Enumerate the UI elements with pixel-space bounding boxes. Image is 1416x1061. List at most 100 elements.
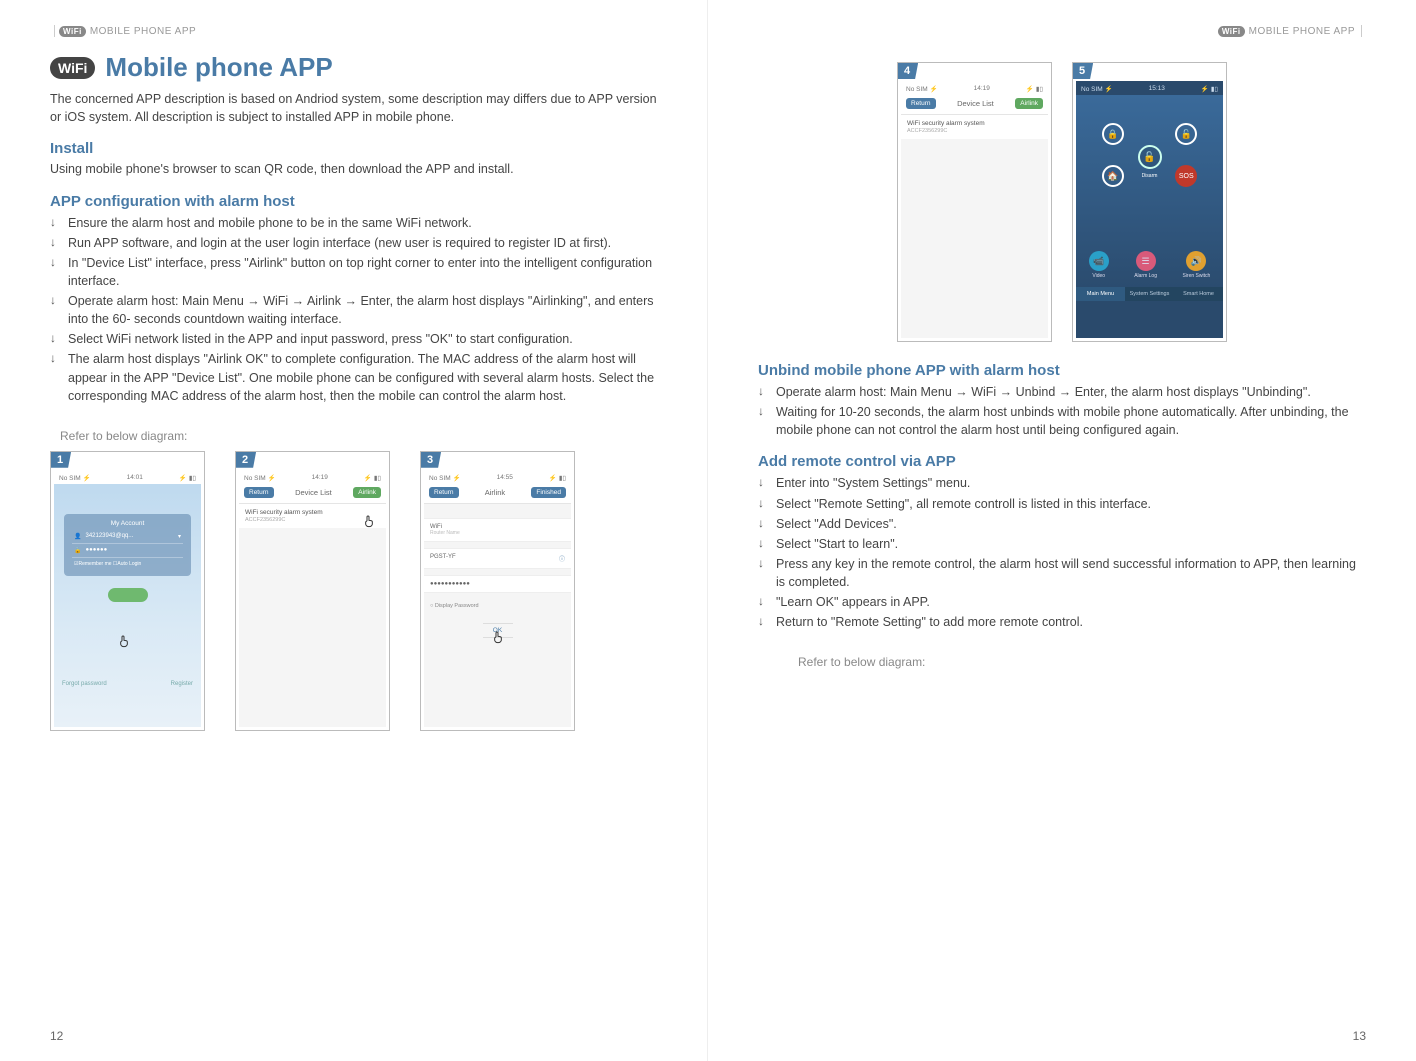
status-carrier: No SIM ⚡ [59, 474, 91, 482]
config-list: Ensure the alarm host and mobile phone t… [50, 214, 657, 407]
install-heading: Install [50, 140, 657, 157]
unbind-item: Waiting for 10-20 seconds, the alarm hos… [758, 403, 1366, 439]
addremote-heading: Add remote control via APP [758, 453, 1366, 470]
config-item: The alarm host displays "Airlink OK" to … [50, 350, 657, 404]
refer-text: Refer to below diagram: [60, 429, 657, 443]
addremote-item: Enter into "System Settings" menu. [758, 474, 1366, 492]
disarm-indicator: 🔓Disarm [1138, 145, 1162, 169]
device-list-item[interactable]: WiFi security alarm system ACCF2356299C [901, 115, 1048, 139]
addremote-item: Select "Add Devices". [758, 515, 1366, 533]
addremote-list: Enter into "System Settings" menu. Selec… [758, 474, 1366, 633]
screenshot-4: 4 No SIM ⚡ 14:19 ⚡ ▮▯ Return Device List… [897, 62, 1052, 342]
list-icon: ☰ [1136, 251, 1156, 271]
lock-icon: 🔒 [74, 547, 81, 554]
battery-icon: ⚡ ▮▯ [1026, 85, 1043, 93]
status-carrier: No SIM ⚡ [244, 474, 276, 482]
return-button[interactable]: Return [906, 98, 936, 109]
tab-smart[interactable]: Smart Home [1174, 287, 1223, 301]
right-page: WiFi MOBILE PHONE APP 4 No SIM ⚡ 14:19 ⚡… [708, 0, 1416, 1061]
tab-main[interactable]: Main Menu [1076, 287, 1125, 301]
lock-closed-icon: 🔒 [1102, 123, 1124, 145]
lock-open-icon: 🔓 [1175, 123, 1197, 145]
addremote-item: Return to "Remote Setting" to add more r… [758, 613, 1366, 631]
addremote-item: Select "Start to learn". [758, 535, 1366, 553]
status-time: 14:55 [497, 474, 513, 482]
cursor-hand-icon [490, 628, 506, 646]
login-user: 342123943@qq... [85, 533, 133, 539]
sos-button[interactable]: SOS [1175, 165, 1197, 187]
header-right: WiFi MOBILE PHONE APP [758, 25, 1366, 37]
siren-button[interactable]: 🔊Siren Switch [1182, 251, 1210, 279]
refer-text: Refer to below diagram: [798, 655, 1366, 669]
forgot-link[interactable]: Forgot password [62, 681, 107, 687]
page-number: 13 [1353, 1029, 1366, 1043]
airlink-button[interactable]: Airlink [353, 487, 381, 498]
page-number: 12 [50, 1029, 63, 1043]
login-pass: ●●●●●● [85, 547, 107, 553]
screenshot-2: 2 No SIM ⚡ 14:19 ⚡ ▮▯ Return Device List… [235, 451, 390, 731]
home-button[interactable]: 🏠 [1102, 165, 1124, 187]
wifi-icon: WiFi [59, 26, 86, 37]
video-icon: 📹 [1089, 251, 1109, 271]
return-button[interactable]: Return [429, 487, 459, 498]
register-link[interactable]: Register [171, 681, 193, 687]
battery-icon: ⚡ ▮▯ [549, 474, 566, 482]
screen-title: Device List [957, 99, 994, 108]
status-time: 14:19 [974, 85, 990, 93]
config-heading: APP configuration with alarm host [50, 193, 657, 210]
password-field[interactable]: ●●●●●●●●●●● [424, 575, 571, 593]
cursor-hand-icon [361, 512, 377, 530]
wifi-icon: WiFi [1218, 26, 1245, 37]
screenshot-5: 5 No SIM ⚡ 15:13 ⚡ ▮▯ 🔒 🔓 🏠 SOS 🔓Disarm [1072, 62, 1227, 342]
install-text: Using mobile phone's browser to scan QR … [50, 161, 657, 179]
cursor-hand-icon [116, 632, 132, 650]
tab-system[interactable]: System Settings [1125, 287, 1174, 301]
intro-text: The concerned APP description is based o… [50, 91, 657, 126]
login-title: My Account [72, 520, 183, 530]
person-icon: 👤 [74, 533, 81, 540]
addremote-item: Select "Remote Setting", all remote cont… [758, 495, 1366, 513]
config-item: Operate alarm host: Main Menu → WiFi → A… [50, 292, 657, 328]
status-carrier: No SIM ⚡ [429, 474, 461, 482]
status-carrier: No SIM ⚡ [1081, 85, 1113, 93]
screenshots-row-left: 1 No SIM ⚡ 14:01 ⚡ ▮▯ My Account 👤342123… [50, 451, 657, 731]
screenshot-1: 1 No SIM ⚡ 14:01 ⚡ ▮▯ My Account 👤342123… [50, 451, 205, 731]
battery-icon: ⚡ ▮▯ [1201, 85, 1218, 93]
page-title: Mobile phone APP [105, 52, 332, 83]
battery-icon: ⚡ ▮▯ [364, 474, 381, 482]
addremote-item: Press any key in the remote control, the… [758, 555, 1366, 591]
login-options: ☑Remember me ☐Auto Login [72, 558, 183, 570]
info-icon: ⓘ [559, 554, 565, 563]
disarm-button[interactable]: 🔓 [1175, 123, 1197, 145]
wifi-field: WiFi Router Name [424, 518, 571, 542]
control-panel: 🔒 🔓 🏠 SOS 🔓Disarm 📹Video ☰Alarm Log 🔊Sir… [1076, 95, 1223, 301]
airlink-button[interactable]: Airlink [1015, 98, 1043, 109]
device-mac: ACCF2356299C [907, 128, 1042, 135]
ssid-row[interactable]: PGST-YF ⓘ [424, 548, 571, 569]
home-icon: 🏠 [1102, 165, 1124, 187]
header-label: MOBILE PHONE APP [1249, 26, 1355, 37]
device-name: WiFi security alarm system [245, 509, 380, 517]
status-carrier: No SIM ⚡ [906, 85, 938, 93]
config-item: Select WiFi network listed in the APP an… [50, 330, 657, 348]
screen-title: Airlink [485, 488, 505, 497]
video-button[interactable]: 📹Video [1089, 251, 1109, 279]
arm-button[interactable]: 🔒 [1102, 123, 1124, 145]
unbind-item: Operate alarm host: Main Menu → WiFi → U… [758, 383, 1366, 401]
finished-button[interactable]: Finished [531, 487, 566, 498]
battery-icon: ⚡ ▮▯ [179, 474, 196, 482]
return-button[interactable]: Return [244, 487, 274, 498]
display-password-toggle[interactable]: ○ Display Password [424, 599, 571, 613]
unbind-heading: Unbind mobile phone APP with alarm host [758, 362, 1366, 379]
addremote-item: "Learn OK" appears in APP. [758, 593, 1366, 611]
shot-number: 5 [1073, 63, 1093, 79]
device-name: WiFi security alarm system [907, 120, 1042, 128]
config-item: In "Device List" interface, press "Airli… [50, 254, 657, 290]
left-page: WiFi MOBILE PHONE APP WiFi Mobile phone … [0, 0, 708, 1061]
unbind-list: Operate alarm host: Main Menu → WiFi → U… [758, 383, 1366, 441]
shot-number: 4 [898, 63, 918, 79]
device-mac: ACCF2356299C [245, 517, 380, 524]
alarm-log-button[interactable]: ☰Alarm Log [1134, 251, 1157, 279]
login-button[interactable] [108, 588, 148, 602]
status-time: 14:01 [127, 474, 143, 482]
